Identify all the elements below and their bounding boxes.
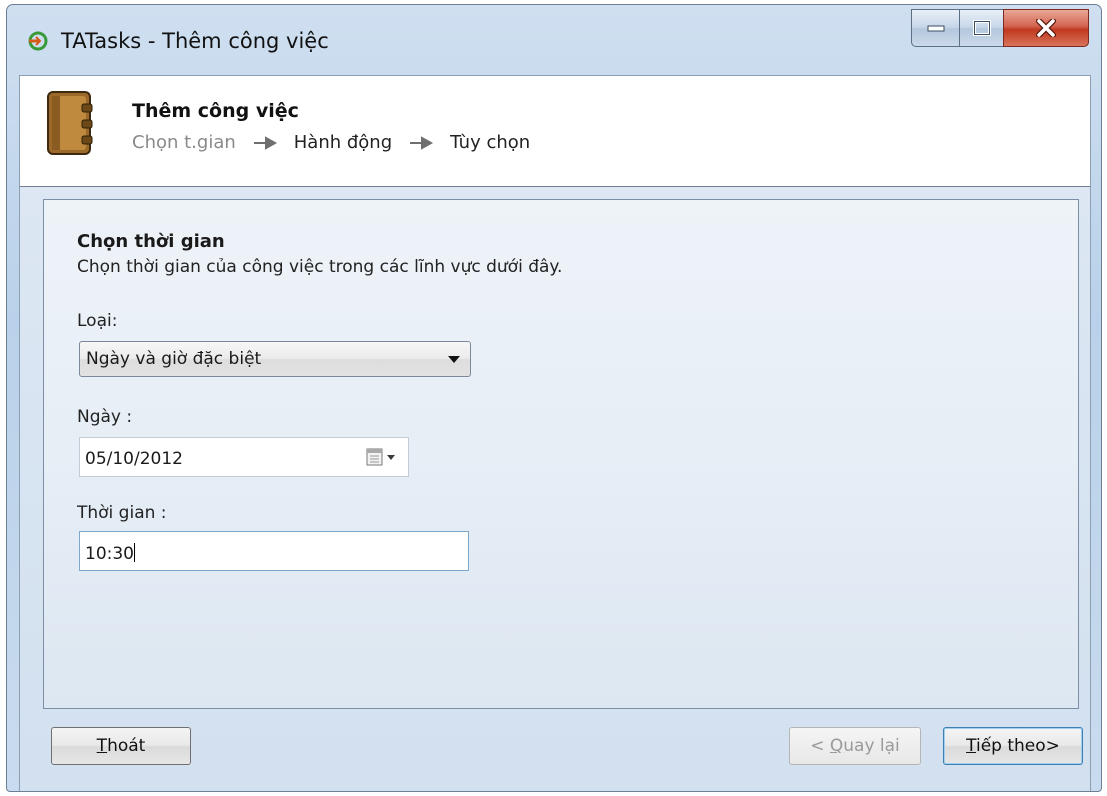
maximize-icon [972, 20, 991, 36]
date-field-value: 05/10/2012 [85, 449, 183, 469]
breadcrumb: Chọn t.gian Hành động Tùy chọn [132, 132, 530, 153]
breadcrumb-step-action: Hành động [293, 132, 393, 153]
text-caret [134, 543, 135, 562]
tatasks-app-icon [28, 31, 48, 51]
caption-buttons [911, 9, 1089, 47]
back-button-prefix: < [810, 736, 830, 756]
exit-button-mnemonic: T [96, 736, 108, 756]
next-button-label: iếp theo> [975, 736, 1060, 756]
time-label: Thời gian : [77, 503, 167, 523]
date-label: Ngày : [77, 407, 133, 427]
arrow-right-icon [410, 135, 434, 150]
date-field[interactable]: 05/10/2012 [79, 437, 409, 477]
back-button[interactable]: < Quay lại [789, 727, 921, 765]
breadcrumb-step-choose-time: Chọn t.gian [132, 132, 236, 153]
breadcrumb-step-options: Tùy chọn [450, 132, 531, 153]
next-button-mnemonic: T [966, 736, 976, 756]
next-button[interactable]: Tiếp theo> [943, 727, 1083, 765]
type-select-value: Ngày và giờ đặc biệt [86, 349, 262, 369]
time-field-value: 10:30 [85, 544, 134, 564]
minimize-button[interactable] [911, 9, 959, 47]
title-bar[interactable]: TATasks - Thêm công việc [7, 5, 1101, 75]
back-button-label: uay lại [843, 736, 900, 756]
type-label: Loại: [77, 311, 118, 331]
close-button[interactable] [1003, 9, 1089, 47]
exit-button-label: hoát [107, 736, 146, 756]
window-title: TATasks - Thêm công việc [61, 29, 329, 53]
calendar-dropdown-icon[interactable] [366, 448, 398, 466]
arrow-right-icon [253, 135, 277, 150]
exit-button[interactable]: Thoát [51, 727, 191, 765]
type-select[interactable]: Ngày và giờ đặc biệt [79, 341, 471, 377]
maximize-button[interactable] [959, 9, 1003, 47]
notebook-icon [47, 91, 93, 155]
time-field[interactable]: 10:30 [79, 531, 469, 571]
section-title: Chọn thời gian [77, 231, 225, 252]
chevron-down-icon [448, 356, 460, 363]
wizard-title: Thêm công việc [132, 100, 299, 122]
minimize-icon [927, 25, 944, 32]
wizard-header: Thêm công việc Chọn t.gian Hành động Tùy… [19, 75, 1091, 187]
section-description: Chọn thời gian của công việc trong các l… [77, 257, 563, 277]
close-icon [1036, 19, 1056, 37]
back-button-mnemonic: Q [829, 736, 844, 756]
dialog-window: TATasks - Thêm công việc Thêm công việc … [6, 4, 1102, 792]
